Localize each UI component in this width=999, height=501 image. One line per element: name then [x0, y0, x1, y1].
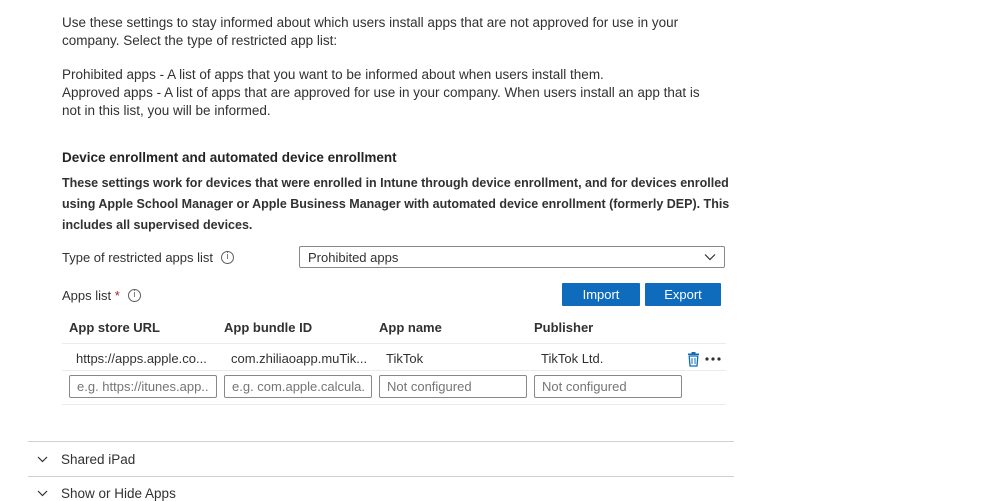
column-header-name: App name — [379, 320, 442, 335]
trash-icon[interactable] — [687, 352, 700, 367]
intro-line: Use these settings to stay informed abou… — [62, 15, 679, 48]
column-header-bundle: App bundle ID — [224, 320, 313, 335]
column-header-publisher: Publisher — [534, 320, 594, 335]
intro-text: Use these settings to stay informed abou… — [62, 14, 722, 120]
restricted-type-label-row: Type of restricted apps list i — [62, 250, 235, 265]
chevron-down-icon — [704, 254, 716, 261]
table-cell-publisher: TikTok Ltd. — [541, 351, 604, 366]
section-divider — [28, 441, 734, 442]
column-header-url: App store URL — [69, 320, 160, 335]
chevron-down-icon — [37, 456, 48, 463]
approved-apps-description: Approved apps - A list of apps that are … — [62, 85, 700, 118]
section-divider — [28, 476, 734, 477]
required-mark: * — [114, 288, 120, 303]
restricted-type-label: Type of restricted apps list — [62, 250, 214, 265]
section-description: These settings work for devices that wer… — [62, 176, 730, 232]
table-row-divider — [62, 370, 726, 371]
apps-list-label: Apps list * — [62, 288, 120, 303]
prohibited-apps-description: Prohibited apps - A list of apps that yo… — [62, 67, 604, 82]
table-divider — [62, 343, 726, 344]
section-label: Show or Hide Apps — [61, 486, 176, 501]
restricted-type-value: Prohibited apps — [308, 250, 399, 265]
export-button[interactable]: Export — [645, 283, 721, 306]
info-icon[interactable]: i — [127, 289, 141, 302]
chevron-down-icon — [37, 490, 48, 497]
app-name-input[interactable] — [379, 375, 527, 398]
table-bottom-divider — [62, 404, 726, 405]
section-label: Shared iPad — [61, 452, 136, 467]
table-cell-url: https://apps.apple.co... — [76, 351, 207, 366]
section-title: Device enrollment and automated device e… — [62, 150, 397, 165]
apps-list-label-row: Apps list * i — [62, 288, 141, 303]
table-cell-name: TikTok — [386, 351, 424, 366]
restricted-type-dropdown[interactable]: Prohibited apps — [299, 246, 725, 268]
import-button[interactable]: Import — [562, 283, 640, 306]
bundle-id-input[interactable] — [224, 375, 372, 398]
table-cell-bundle: com.zhiliaoapp.muTik... — [231, 351, 368, 366]
info-icon[interactable]: i — [221, 251, 235, 264]
show-hide-apps-section[interactable]: Show or Hide Apps — [36, 486, 176, 501]
url-input[interactable] — [69, 375, 217, 398]
publisher-input[interactable] — [534, 375, 682, 398]
more-icon[interactable] — [705, 357, 721, 361]
shared-ipad-section[interactable]: Shared iPad — [36, 452, 135, 467]
